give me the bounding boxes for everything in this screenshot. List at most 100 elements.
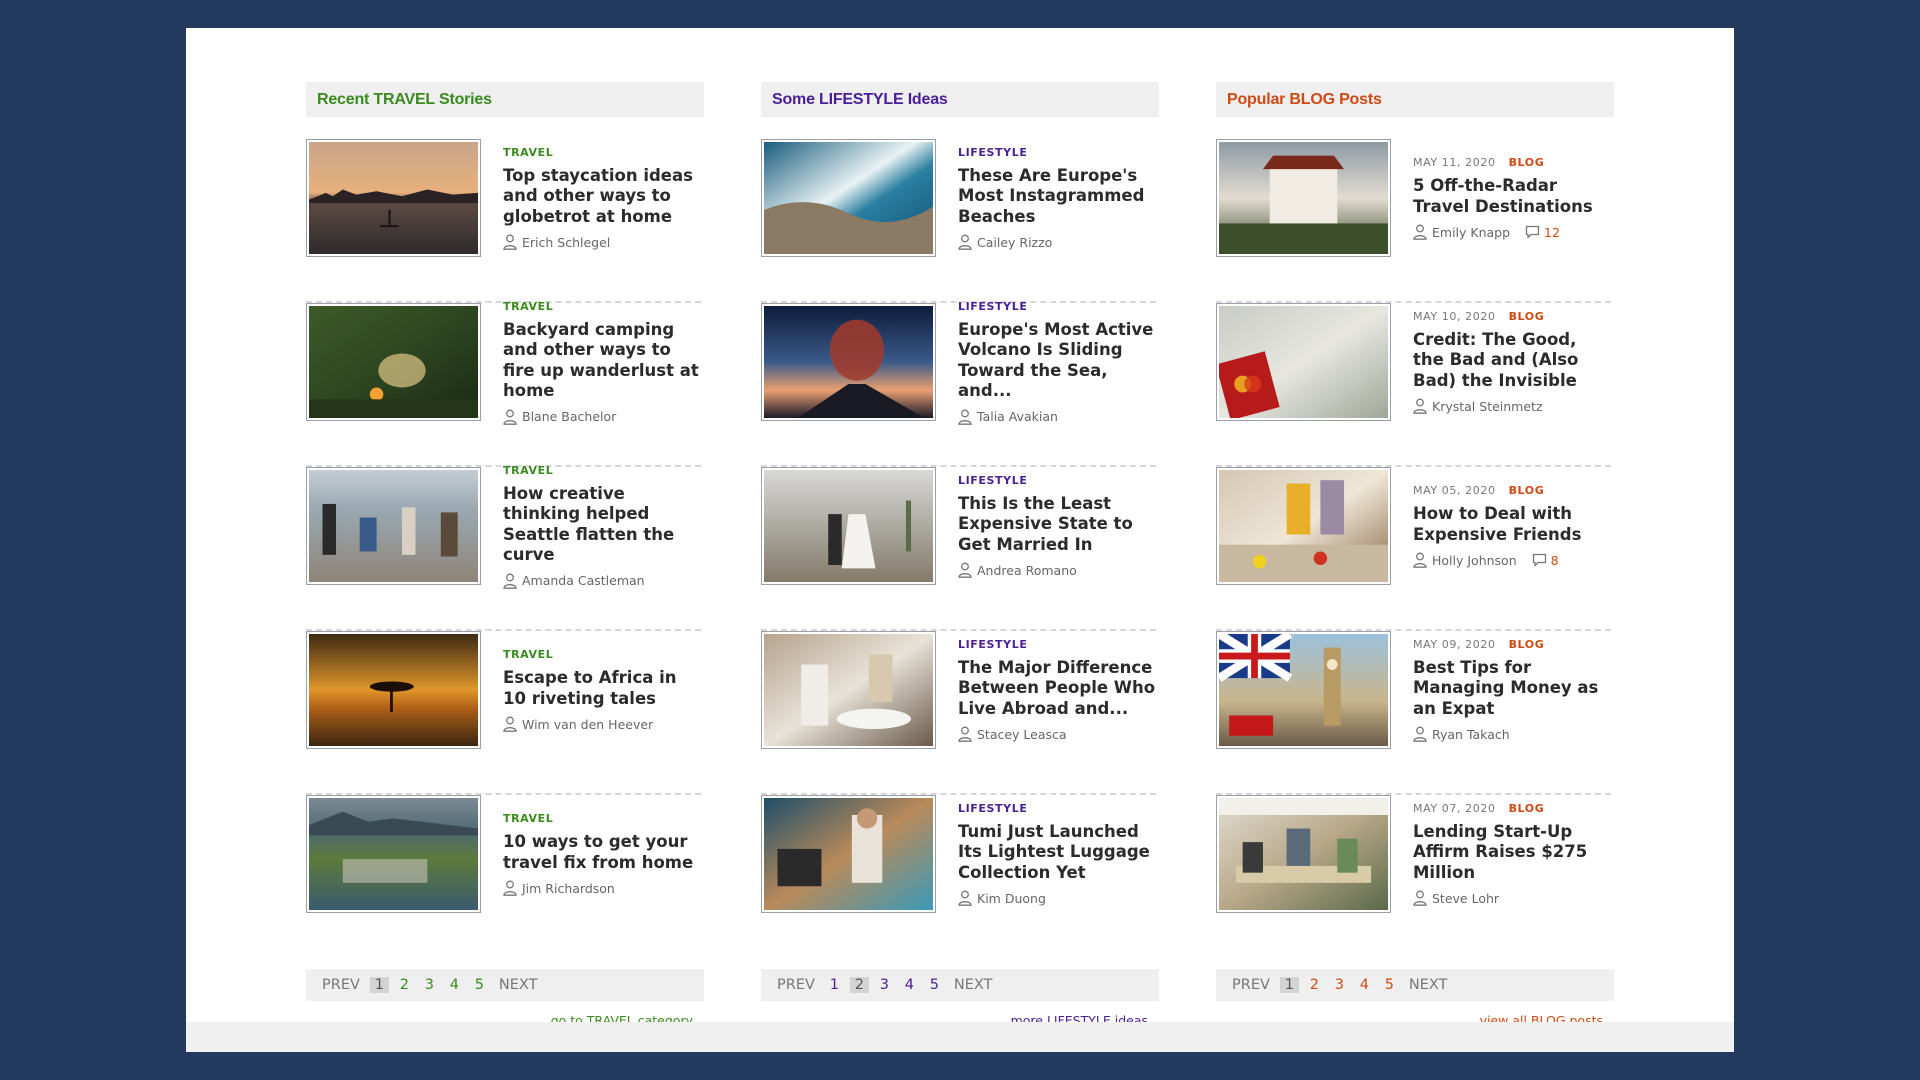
post-title[interactable]: Best Tips for Managing Money as an Expat bbox=[1413, 658, 1611, 720]
page-link-3[interactable]: 3 bbox=[420, 977, 439, 993]
post-author[interactable]: Andrea Romano bbox=[977, 563, 1077, 578]
post-date: MAY 11, 2020 bbox=[1413, 156, 1496, 169]
post-category[interactable]: BLOG bbox=[1509, 484, 1545, 497]
post-category[interactable]: BLOG bbox=[1509, 638, 1545, 651]
page-link-3[interactable]: 3 bbox=[1330, 977, 1349, 993]
post-category[interactable]: LIFESTYLE bbox=[958, 638, 1027, 651]
post-title[interactable]: These Are Europe's Most Instagrammed Bea… bbox=[958, 166, 1156, 228]
post-author[interactable]: Holly Johnson bbox=[1432, 553, 1517, 568]
post-thumbnail[interactable] bbox=[306, 795, 481, 913]
post-category[interactable]: TRAVEL bbox=[503, 464, 553, 477]
post-author[interactable]: Stacey Leasca bbox=[977, 727, 1067, 742]
post-category[interactable]: BLOG bbox=[1509, 802, 1545, 815]
post-title[interactable]: Europe's Most Active Volcano Is Sliding … bbox=[958, 320, 1156, 402]
post-title[interactable]: Credit: The Good, the Bad and (Also Bad)… bbox=[1413, 330, 1611, 392]
post-title[interactable]: How to Deal with Expensive Friends bbox=[1413, 504, 1611, 545]
page-link-4[interactable]: 4 bbox=[1355, 977, 1374, 993]
post-thumbnail[interactable] bbox=[1216, 795, 1391, 913]
post-thumbnail[interactable] bbox=[1215, 303, 1391, 421]
post-category[interactable]: TRAVEL bbox=[503, 300, 553, 313]
next-page-link[interactable]: NEXT bbox=[954, 977, 993, 993]
post-category[interactable]: LIFESTYLE bbox=[958, 146, 1027, 159]
post-thumbnail[interactable] bbox=[761, 303, 936, 421]
post-title[interactable]: Lending Start-Up Affirm Raises $275 Mill… bbox=[1413, 822, 1611, 884]
page-link-1[interactable]: 1 bbox=[825, 977, 844, 993]
post-author[interactable]: Kim Duong bbox=[977, 891, 1046, 906]
credit-card-dollar-bills-photo bbox=[1215, 306, 1388, 421]
post-author[interactable]: Jim Richardson bbox=[522, 881, 615, 896]
post-category[interactable]: LIFESTYLE bbox=[958, 802, 1027, 815]
post-author[interactable]: Wim van den Heever bbox=[522, 717, 653, 732]
post-thumbnail[interactable] bbox=[306, 631, 481, 749]
page-link-2[interactable]: 2 bbox=[849, 977, 869, 993]
next-page-link[interactable]: NEXT bbox=[499, 977, 538, 993]
post-thumbnail[interactable] bbox=[1216, 467, 1391, 585]
post-thumbnail[interactable] bbox=[761, 795, 936, 913]
post-author[interactable]: Ryan Takach bbox=[1432, 727, 1510, 742]
travel-post: TRAVEL Top staycation ideas and other wa… bbox=[306, 139, 701, 303]
women-cafe-table-photo bbox=[764, 634, 933, 746]
post-category[interactable]: TRAVEL bbox=[503, 812, 553, 825]
page-link-1[interactable]: 1 bbox=[369, 977, 389, 993]
page-link-1[interactable]: 1 bbox=[1279, 977, 1299, 993]
post-title[interactable]: This Is the Least Expensive State to Get… bbox=[958, 494, 1156, 556]
page-link-2[interactable]: 2 bbox=[1305, 977, 1324, 993]
post-thumbnail[interactable] bbox=[761, 139, 936, 257]
post-title[interactable]: Top staycation ideas and other ways to g… bbox=[503, 166, 701, 228]
prev-page-link[interactable]: PREV bbox=[777, 977, 815, 993]
post-title[interactable]: 10 ways to get your travel fix from home bbox=[503, 832, 701, 873]
page-link-5[interactable]: 5 bbox=[925, 977, 944, 993]
user-icon bbox=[503, 234, 517, 251]
bhutan-monastery-photo bbox=[1219, 142, 1388, 254]
lifestyle-column: Some LIFESTYLE Ideas LIFESTYLE These Are… bbox=[761, 82, 1159, 1028]
london-big-ben-union-jack-photo bbox=[1216, 630, 1388, 746]
post-title[interactable]: Tumi Just Launched Its Lightest Luggage … bbox=[958, 822, 1156, 884]
post-category[interactable]: LIFESTYLE bbox=[958, 474, 1027, 487]
prev-page-link[interactable]: PREV bbox=[322, 977, 360, 993]
post-title[interactable]: 5 Off-the-Radar Travel Destinations bbox=[1413, 176, 1611, 217]
next-page-link[interactable]: NEXT bbox=[1409, 977, 1448, 993]
post-title[interactable]: Escape to Africa in 10 riveting tales bbox=[503, 668, 701, 709]
post-thumbnail[interactable] bbox=[1216, 139, 1391, 257]
friends-kitchen-cooking-photo bbox=[1219, 470, 1388, 582]
prev-page-link[interactable]: PREV bbox=[1232, 977, 1270, 993]
erupting-volcano-photo bbox=[764, 306, 933, 418]
post-author[interactable]: Emily Knapp bbox=[1432, 225, 1510, 240]
post-date: MAY 05, 2020 bbox=[1413, 484, 1496, 497]
post-author[interactable]: Steve Lohr bbox=[1432, 891, 1499, 906]
lifestyle-post: LIFESTYLE Europe's Most Active Volcano I… bbox=[761, 300, 1156, 467]
lifestyle-pagination: PREV 1 2 3 4 5 NEXT bbox=[761, 969, 1159, 1001]
post-category[interactable]: LIFESTYLE bbox=[958, 300, 1027, 313]
post-author[interactable]: Erich Schlegel bbox=[522, 235, 610, 250]
page-link-2[interactable]: 2 bbox=[395, 977, 414, 993]
post-thumbnail[interactable] bbox=[306, 139, 481, 257]
post-author[interactable]: Amanda Castleman bbox=[522, 573, 645, 588]
post-category[interactable]: TRAVEL bbox=[503, 146, 553, 159]
post-thumbnail[interactable] bbox=[761, 631, 936, 749]
page-link-5[interactable]: 5 bbox=[1380, 977, 1399, 993]
lifestyle-post: LIFESTYLE The Major Difference Between P… bbox=[761, 631, 1156, 795]
page-link-4[interactable]: 4 bbox=[900, 977, 919, 993]
post-category[interactable]: TRAVEL bbox=[503, 648, 553, 661]
post-thumbnail[interactable] bbox=[306, 467, 481, 585]
page-link-4[interactable]: 4 bbox=[445, 977, 464, 993]
post-author[interactable]: Krystal Steinmetz bbox=[1432, 399, 1543, 414]
post-title[interactable]: How creative thinking helped Seattle fla… bbox=[503, 484, 701, 566]
post-category[interactable]: BLOG bbox=[1509, 156, 1545, 169]
post-thumbnail[interactable] bbox=[1216, 630, 1391, 749]
post-thumbnail[interactable] bbox=[761, 467, 936, 585]
comment-count[interactable]: 8 bbox=[1532, 553, 1559, 568]
backyard-campfire-tent-photo bbox=[309, 306, 478, 418]
user-icon bbox=[1413, 890, 1427, 907]
post-category[interactable]: BLOG bbox=[1509, 310, 1545, 323]
page-link-5[interactable]: 5 bbox=[470, 977, 489, 993]
post-title[interactable]: The Major Difference Between People Who … bbox=[958, 658, 1156, 720]
post-author[interactable]: Blane Bachelor bbox=[522, 409, 616, 424]
footer-strip bbox=[186, 1022, 1734, 1052]
post-thumbnail[interactable] bbox=[306, 303, 481, 421]
page-link-3[interactable]: 3 bbox=[875, 977, 894, 993]
post-author[interactable]: Cailey Rizzo bbox=[977, 235, 1052, 250]
post-title[interactable]: Backyard camping and other ways to fire … bbox=[503, 320, 701, 402]
comment-count[interactable]: 12 bbox=[1525, 225, 1560, 240]
post-author[interactable]: Talia Avakian bbox=[977, 409, 1058, 424]
